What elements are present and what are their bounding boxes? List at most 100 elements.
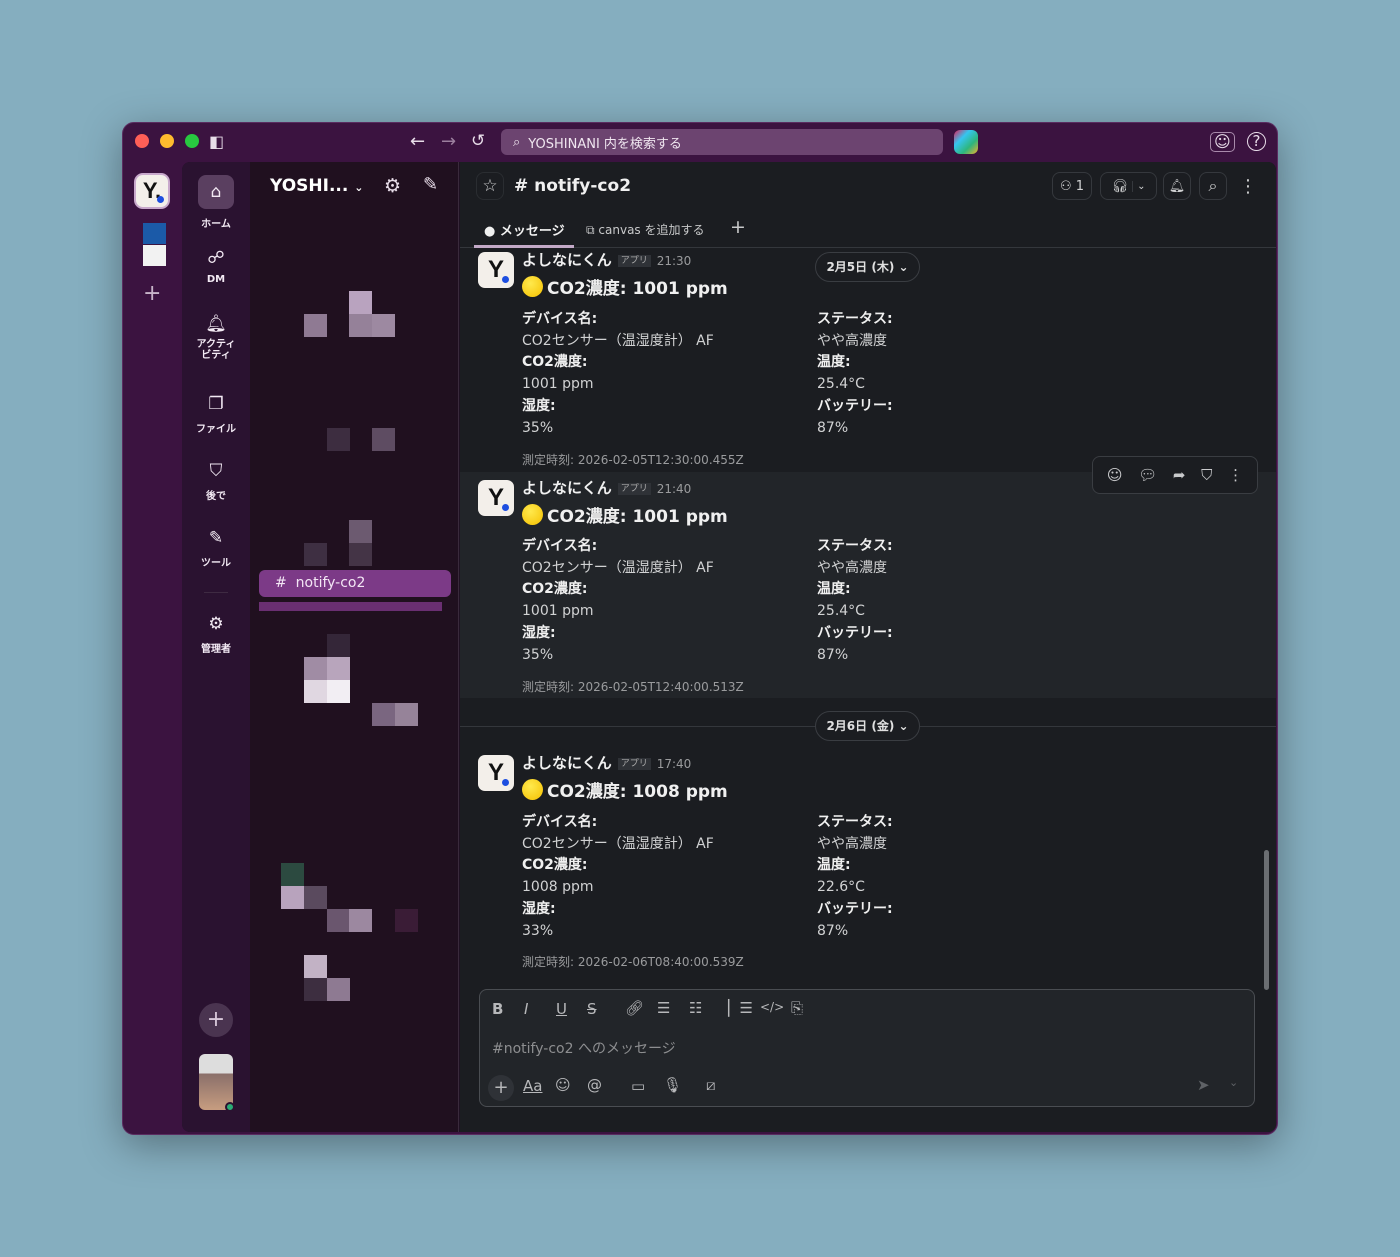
compose-icon[interactable]: ✎	[423, 176, 438, 194]
scrollbar[interactable]	[1264, 850, 1269, 990]
bookmark-icon[interactable]: ⛉	[1201, 466, 1212, 484]
minimize-button[interactable]	[160, 134, 174, 148]
video-icon[interactable]: ▭	[631, 1077, 645, 1095]
blockquote-icon[interactable]: ▏☰	[728, 999, 753, 1017]
redacted-block	[327, 428, 350, 451]
bell-icon: 🔔︎	[205, 314, 227, 334]
redacted-block	[327, 634, 350, 657]
nav-files[interactable]: ❐ ファイル	[182, 394, 250, 435]
bullet-list-icon[interactable]: ☷	[689, 999, 702, 1017]
nav-home[interactable]: ⌂ ホーム	[182, 175, 250, 230]
tab-messages[interactable]: ● メッセージ	[484, 220, 565, 239]
date-divider-pill[interactable]: 2月6日 (金) ⌄	[815, 711, 920, 741]
code-icon[interactable]: </>	[760, 1000, 784, 1014]
sender-name[interactable]: よしなにくん	[522, 754, 612, 772]
send-options-chevron-icon[interactable]: ⌄	[1229, 1076, 1238, 1089]
field-value: 25.4°C	[817, 603, 865, 620]
underline-icon[interactable]: U	[556, 1000, 567, 1018]
field-label: ステータス:	[817, 538, 893, 554]
workspace-name[interactable]: YOSHI... ⌄	[270, 176, 363, 196]
nav-dm[interactable]: ☍ DM	[182, 248, 250, 285]
message[interactable]: Y よしなにくん アプリ 17:40 CO2濃度: 1008 ppm デバイス名: C…	[460, 752, 1276, 977]
message[interactable]: Y よしなにくん アプリ 21:40 CO2濃度: 1001 ppm デバイス名: C…	[460, 472, 1276, 698]
emoji-icon[interactable]: ☺	[555, 1076, 571, 1094]
workspace-rail: Y. +	[123, 161, 181, 1134]
link-icon[interactable]: 🔗︎	[625, 999, 644, 1017]
tab-add-canvas[interactable]: ⧉ canvas を追加する	[586, 221, 705, 238]
slash-command-icon[interactable]: ⧄	[706, 1076, 716, 1094]
forward-icon[interactable]: ➦	[1173, 466, 1186, 484]
nav-admin[interactable]: ⚙ 管理者	[182, 614, 250, 655]
message-input[interactable]: #notify-co2 へのメッセージ	[492, 1038, 676, 1058]
search-input[interactable]: ⌕ YOSHINANI 内を検索する	[501, 129, 943, 155]
nav-activity[interactable]: 🔔︎ アクティ ビティ	[182, 314, 250, 362]
measured-time: 測定時刻: 2026-02-06T08:40:00.539Z	[522, 955, 744, 969]
field-value: 33%	[522, 922, 554, 939]
code-block-icon[interactable]: ⎘	[791, 999, 803, 1017]
redacted-block	[372, 314, 395, 337]
reply-thread-icon[interactable]: 💬︎	[1138, 466, 1157, 484]
ai-assistant-icon[interactable]	[954, 130, 978, 154]
notifications-button[interactable]: 🔔︎	[1163, 172, 1191, 200]
star-icon[interactable]: ☆	[476, 172, 504, 200]
strikethrough-icon[interactable]: S	[587, 1000, 597, 1018]
workspace-switcher[interactable]: Y.	[134, 173, 170, 209]
add-tab-icon[interactable]: +	[730, 216, 746, 238]
back-arrow-icon[interactable]: ←	[410, 133, 425, 151]
close-button[interactable]	[135, 134, 149, 148]
members-button[interactable]: ⚇ 1	[1052, 172, 1092, 200]
sidebar-toggle-icon[interactable]: ◧	[209, 134, 224, 150]
mention-icon[interactable]: @	[587, 1076, 602, 1094]
field-value: CO2センサー（温湿度計） AF	[522, 835, 714, 852]
timestamp[interactable]: 21:40	[657, 482, 692, 496]
measured-time: 測定時刻: 2026-02-05T12:40:00.513Z	[522, 680, 744, 694]
headphones-icon: 🎧︎	[1111, 178, 1129, 194]
redacted-block	[304, 886, 327, 909]
channel-item-notify-co2[interactable]: # notify-co2	[259, 570, 451, 597]
timestamp[interactable]: 21:30	[657, 254, 692, 268]
add-attachment-icon[interactable]: +	[488, 1075, 514, 1101]
bot-avatar[interactable]: Y	[478, 755, 514, 791]
message[interactable]: Y よしなにくん アプリ 21:30 CO2濃度: 1001 ppm デバイス名: C…	[460, 249, 1276, 472]
ordered-list-icon[interactable]: ☰	[657, 999, 670, 1017]
sender-name[interactable]: よしなにくん	[522, 479, 612, 497]
bold-icon[interactable]: B	[492, 1000, 503, 1018]
bot-avatar[interactable]: Y	[478, 252, 514, 288]
channel-title[interactable]: # notify-co2	[514, 176, 631, 196]
date-divider-pill[interactable]: 2月5日 (木) ⌄	[815, 252, 920, 282]
redacted-block	[395, 909, 418, 932]
timestamp[interactable]: 17:40	[657, 757, 692, 771]
field-value: 87%	[817, 922, 849, 939]
send-icon[interactable]: ➤	[1197, 1076, 1210, 1094]
help-icon[interactable]: ?	[1247, 132, 1266, 151]
create-new-button[interactable]: +	[199, 1003, 233, 1037]
formatting-toggle[interactable]: Aa	[523, 1077, 542, 1095]
more-icon[interactable]: ⋮	[1236, 172, 1260, 200]
workspace-thumb-2[interactable]	[143, 245, 166, 266]
add-reaction-icon[interactable]: ☺	[1107, 466, 1123, 484]
forward-arrow-icon[interactable]: →	[441, 133, 456, 151]
field-value: CO2センサー（温湿度計） AF	[522, 332, 714, 349]
nav-later[interactable]: ⛉ 後で	[182, 461, 250, 502]
tools-icon: ✎	[208, 528, 224, 548]
settings-icon[interactable]: ⚙	[384, 177, 401, 196]
redacted-block	[304, 657, 327, 680]
history-icon[interactable]: ↺	[471, 133, 485, 150]
search-channel-button[interactable]: ⌕	[1199, 172, 1227, 200]
more-icon[interactable]: ⋮	[1228, 466, 1243, 484]
zoom-button[interactable]	[185, 134, 199, 148]
workspace-thumb-1[interactable]	[143, 223, 166, 244]
nav-tools[interactable]: ✎ ツール	[182, 528, 250, 569]
sender-name[interactable]: よしなにくん	[522, 251, 612, 269]
field-label: バッテリー:	[817, 397, 893, 414]
italic-icon[interactable]: I	[524, 1000, 528, 1018]
canvas-icon: ⧉	[586, 223, 595, 237]
field-value: 87%	[817, 646, 849, 663]
channel-sidebar: YOSHI... ⌄ ⚙ ✎ # notify-co2	[250, 162, 459, 1132]
huddle-button[interactable]: 🎧︎ ⌄	[1100, 172, 1157, 200]
bookmark-icon: ⛉	[209, 461, 223, 481]
add-workspace-icon[interactable]: +	[143, 281, 161, 306]
bot-avatar[interactable]: Y	[478, 480, 514, 516]
microphone-icon[interactable]: 🎙︎	[663, 1076, 682, 1094]
huddle-status-icon[interactable]: ☺	[1210, 132, 1235, 152]
